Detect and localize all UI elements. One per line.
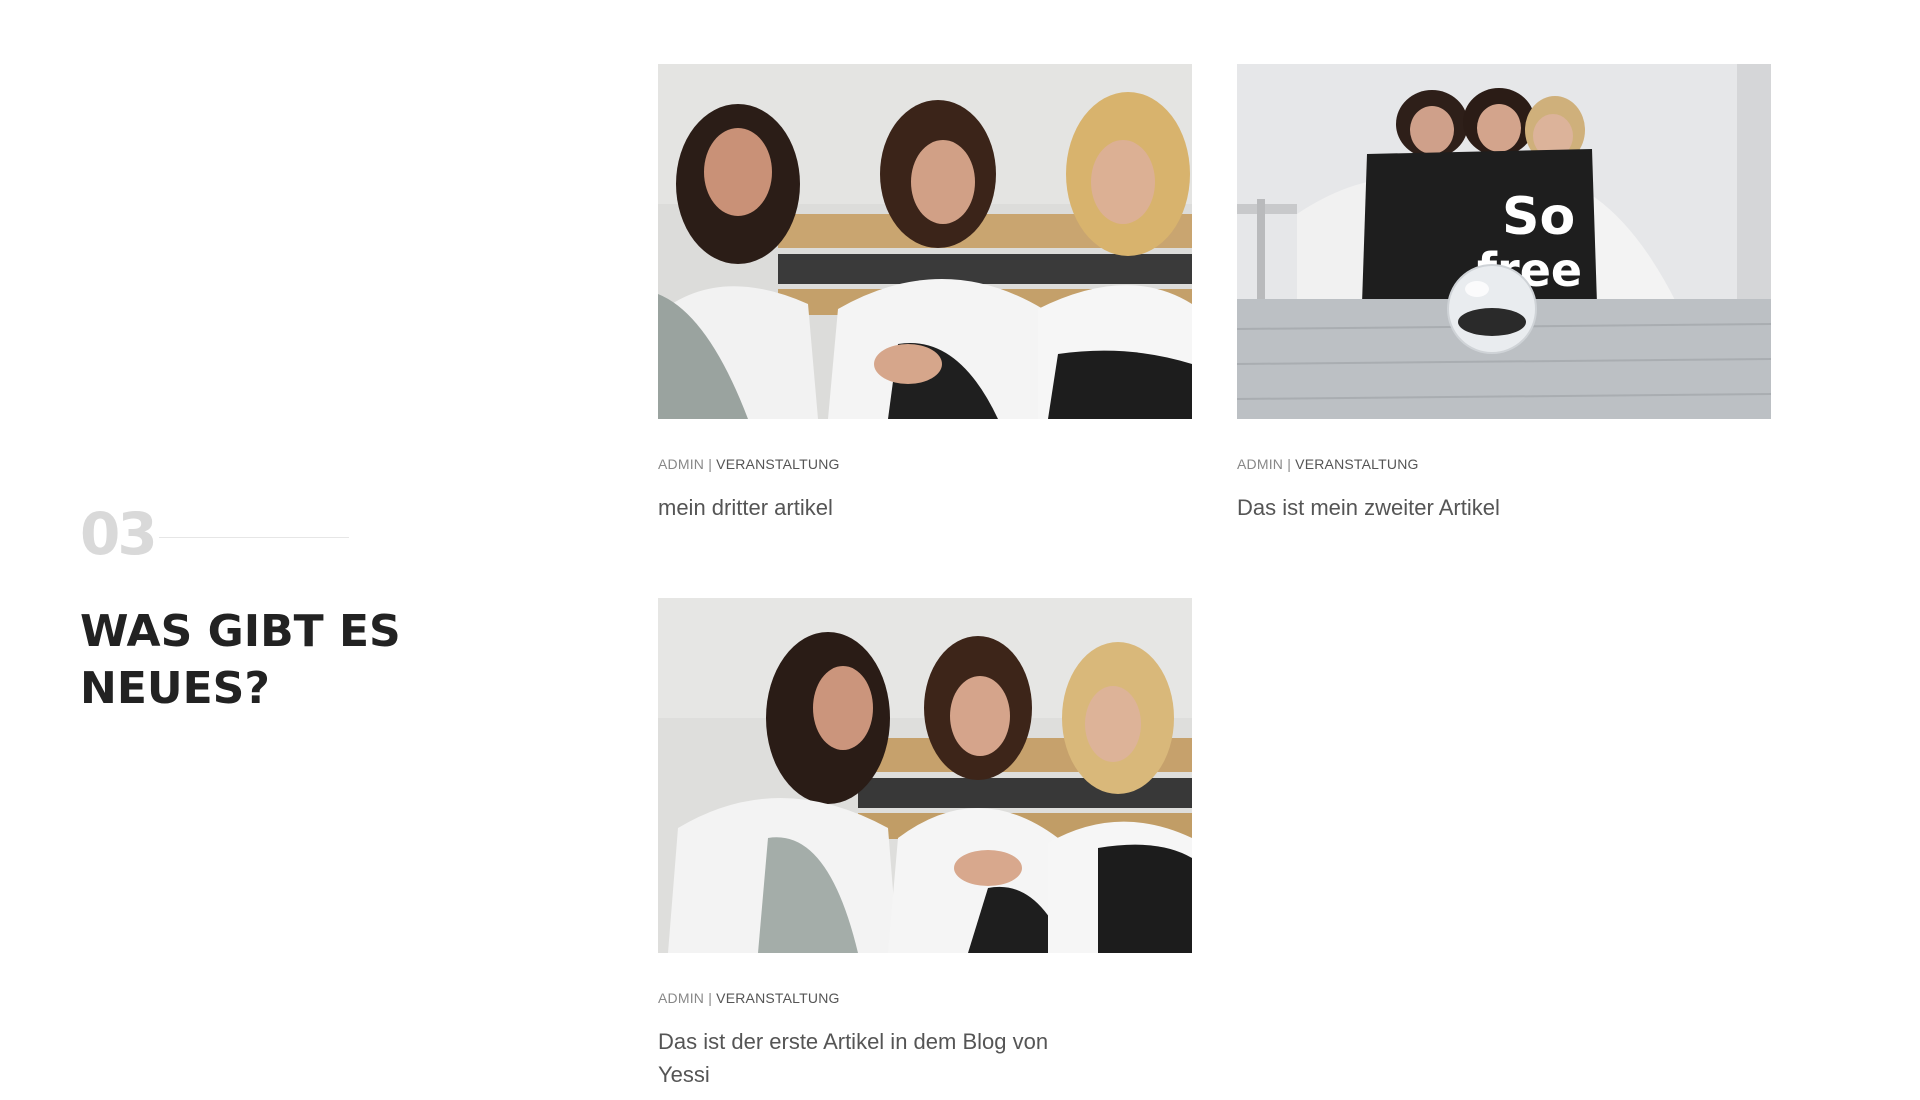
section-number: 03 [80,500,158,568]
post-category[interactable]: VERANSTALTUNG [716,990,839,1006]
post-photo [658,598,1192,953]
post-category[interactable]: VERANSTALTUNG [716,456,839,472]
post-category[interactable]: VERANSTALTUNG [1295,456,1418,472]
post-meta: ADMIN | VERANSTALTUNG [658,990,1192,1006]
post-meta: ADMIN | VERANSTALTUNG [658,456,1192,472]
post-photo [658,64,1192,419]
section-title: WAS GIBT ES NEUES? [80,606,401,715]
section-number-row: 03 [80,505,500,563]
meta-separator: | [708,990,713,1006]
post-title[interactable]: Das ist der erste Artikel in dem Blog vo… [658,1025,1098,1091]
blog-card: ADMIN | VERANSTALTUNG mein dritter artik… [658,64,1192,524]
post-author[interactable]: ADMIN [1237,456,1283,472]
post-photo: So free [1237,64,1771,419]
section-divider [158,536,349,538]
bag-logo-text: So [1502,187,1575,247]
page: 03 WAS GIBT ES NEUES? ADMIN | VERANSTALT… [0,0,1920,1100]
meta-separator: | [708,456,713,472]
post-title[interactable]: mein dritter artikel [658,491,1098,524]
post-image[interactable] [658,598,1192,953]
post-image[interactable] [658,64,1192,419]
post-author[interactable]: ADMIN [658,990,704,1006]
section-header: 03 WAS GIBT ES NEUES? [80,505,500,717]
post-title[interactable]: Das ist mein zweiter Artikel [1237,491,1677,524]
blog-card: ADMIN | VERANSTALTUNG Das ist der erste … [658,598,1192,1091]
blog-card: So free ADMIN | VERANSTALTUNG Das ist me… [1237,64,1771,524]
meta-separator: | [1287,456,1292,472]
post-author[interactable]: ADMIN [658,456,704,472]
post-meta: ADMIN | VERANSTALTUNG [1237,456,1771,472]
post-image[interactable]: So free [1237,64,1771,419]
